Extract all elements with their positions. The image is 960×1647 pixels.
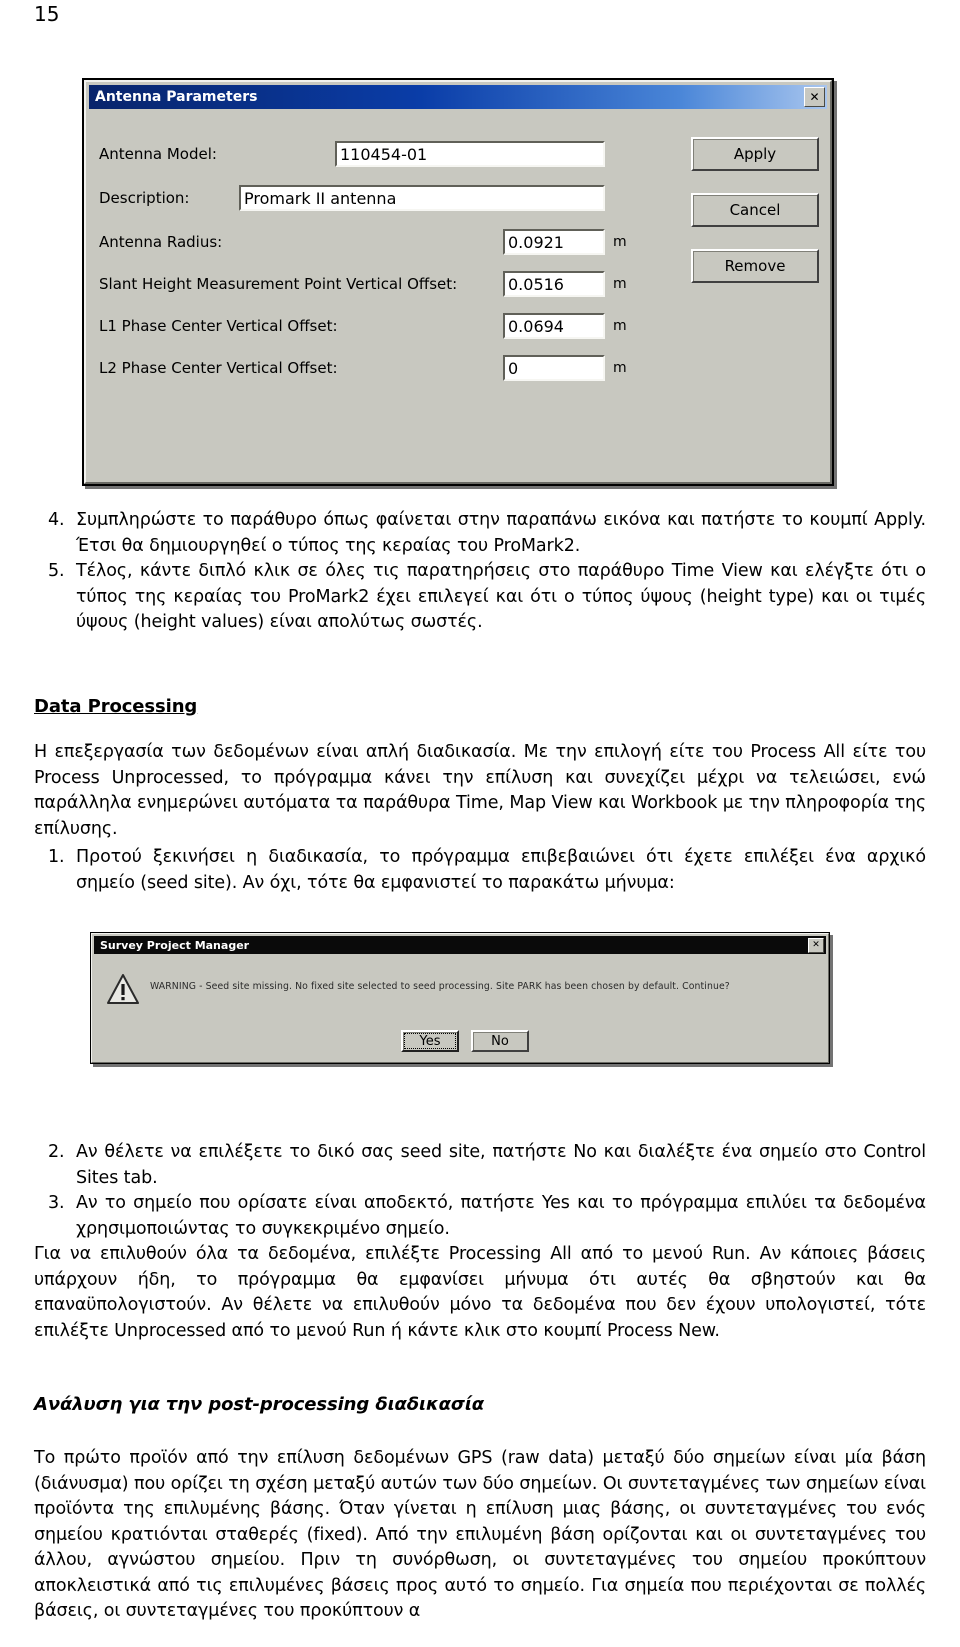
antenna-parameters-dialog: Antenna Parameters ✕ Apply Cancel Remove… bbox=[82, 78, 834, 486]
l1-offset-label: L1 Phase Center Vertical Offset: bbox=[99, 317, 338, 335]
warning-message: WARNING - Seed site missing. No fixed si… bbox=[150, 981, 730, 992]
list-item: 2. Αν θέλετε να επιλέξετε το δικό σας se… bbox=[34, 1140, 926, 1191]
list-item-text: Τέλος, κάντε διπλό κλικ σε όλες τις παρα… bbox=[76, 561, 926, 632]
list-item-text: Συμπληρώστε το παράθυρο όπως φαίνεται στ… bbox=[76, 510, 926, 556]
paragraph-processing: Η επεξεργασία των δεδομένων είναι απλή δ… bbox=[34, 742, 926, 839]
list-item-text: Αν το σημείο που ορίσατε είναι αποδεκτό,… bbox=[76, 1193, 926, 1239]
l1-offset-row: L1 Phase Center Vertical Offset: 0.0694 … bbox=[99, 313, 817, 339]
warning-dialog-titlebar: Survey Project Manager ✕ bbox=[94, 936, 826, 954]
antenna-radius-input[interactable]: 0.0921 bbox=[503, 229, 605, 255]
antenna-dialog-body: Apply Cancel Remove Antenna Model: 11045… bbox=[89, 109, 827, 491]
list-item-number: 5. bbox=[48, 561, 65, 581]
list-item-text: Προτού ξεκινήσει η διαδικασία, το πρόγρα… bbox=[76, 847, 926, 893]
apply-button[interactable]: Apply bbox=[691, 137, 819, 171]
slant-height-unit: m bbox=[613, 276, 627, 292]
list-item-number: 4. bbox=[48, 510, 65, 530]
close-icon[interactable]: ✕ bbox=[804, 87, 825, 107]
l2-offset-label: L2 Phase Center Vertical Offset: bbox=[99, 359, 338, 377]
l1-offset-input[interactable]: 0.0694 bbox=[503, 313, 605, 339]
l2-offset-input[interactable]: 0 bbox=[503, 355, 605, 381]
list-item-number: 3. bbox=[48, 1193, 65, 1213]
description-label: Description: bbox=[99, 189, 190, 207]
slant-height-label: Slant Height Measurement Point Vertical … bbox=[99, 275, 458, 293]
section-heading-analysis: Ανάλυση για την post-processing διαδικασ… bbox=[34, 1394, 485, 1415]
section-heading-data-processing: Data Processing bbox=[34, 696, 198, 717]
antenna-dialog-title: Antenna Parameters bbox=[95, 89, 258, 105]
yes-button[interactable]: Yes bbox=[401, 1030, 459, 1052]
list-item: 1. Προτού ξεκινήσει η διαδικασία, το πρό… bbox=[34, 845, 926, 896]
list-item-text: Αν θέλετε να επιλέξετε το δικό σας seed … bbox=[76, 1142, 926, 1188]
l1-offset-unit: m bbox=[613, 318, 627, 334]
document-page: 15 Antenna Parameters ✕ Apply Cancel Rem… bbox=[0, 0, 960, 1647]
list-item-number: 2. bbox=[48, 1142, 65, 1162]
antenna-model-label: Antenna Model: bbox=[99, 145, 217, 163]
list-item-number: 1. bbox=[48, 847, 65, 867]
antenna-dialog-titlebar: Antenna Parameters ✕ bbox=[89, 85, 827, 109]
warning-icon bbox=[106, 972, 140, 1006]
paragraph-analysis: Το πρώτο προϊόν από την επίλυση δεδομένω… bbox=[34, 1448, 926, 1621]
paragraph-run-menu: Για να επιλυθούν όλα τα δεδομένα, επιλέξ… bbox=[34, 1244, 926, 1341]
antenna-radius-label: Antenna Radius: bbox=[99, 233, 223, 251]
no-button[interactable]: No bbox=[471, 1030, 529, 1052]
l2-offset-unit: m bbox=[613, 360, 627, 376]
instruction-list-c: 2. Αν θέλετε να επιλέξετε το δικό σας se… bbox=[34, 1140, 926, 1242]
slant-height-input[interactable]: 0.0516 bbox=[503, 271, 605, 297]
instruction-list-a: 4. Συμπληρώστε το παράθυρο όπως φαίνεται… bbox=[34, 508, 926, 636]
survey-project-manager-dialog: Survey Project Manager ✕ WARNING - Seed … bbox=[90, 932, 830, 1064]
instruction-list-b: 1. Προτού ξεκινήσει η διαδικασία, το πρό… bbox=[34, 845, 926, 896]
warning-dialog-title: Survey Project Manager bbox=[100, 938, 250, 952]
page-number: 15 bbox=[34, 2, 60, 26]
antenna-radius-unit: m bbox=[613, 234, 627, 250]
remove-button[interactable]: Remove bbox=[691, 249, 819, 283]
l2-offset-row: L2 Phase Center Vertical Offset: 0 m bbox=[99, 355, 817, 381]
warning-dialog-body: WARNING - Seed site missing. No fixed si… bbox=[94, 954, 826, 1062]
close-icon[interactable]: ✕ bbox=[808, 937, 824, 953]
list-item: 4. Συμπληρώστε το παράθυρο όπως φαίνεται… bbox=[34, 508, 926, 559]
description-input[interactable]: Promark II antenna bbox=[239, 185, 605, 211]
list-item: 3. Αν το σημείο που ορίσατε είναι αποδεκ… bbox=[34, 1191, 926, 1242]
list-item: 5. Τέλος, κάντε διπλό κλικ σε όλες τις π… bbox=[34, 559, 926, 636]
antenna-model-input[interactable]: 110454-01 bbox=[335, 141, 605, 167]
cancel-button[interactable]: Cancel bbox=[691, 193, 819, 227]
